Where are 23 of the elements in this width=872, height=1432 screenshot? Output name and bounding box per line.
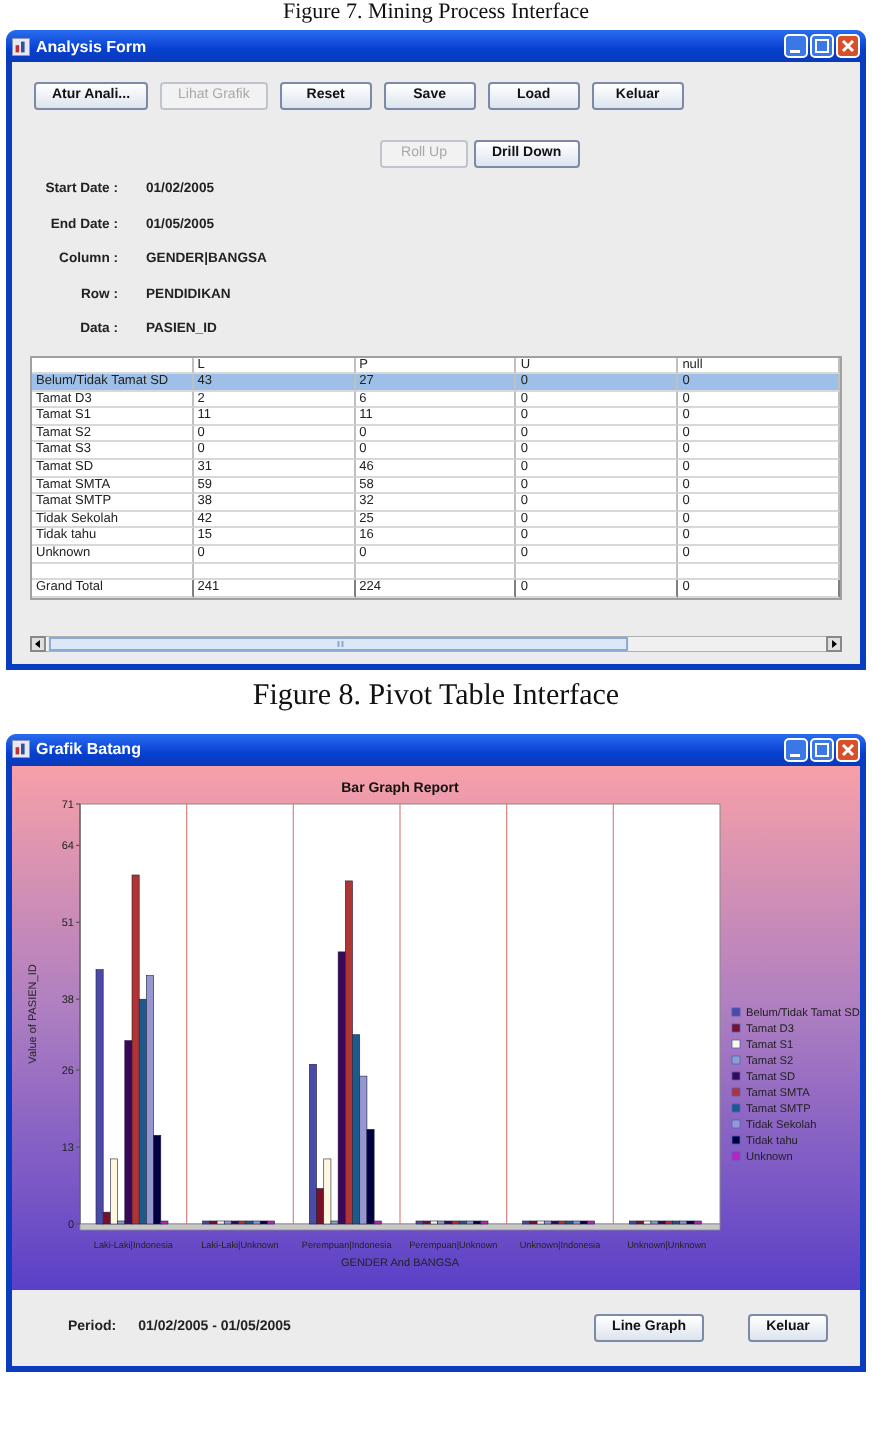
legend-swatch — [731, 1039, 741, 1049]
close-icon[interactable] — [836, 34, 860, 58]
window-title: Analysis Form — [36, 37, 147, 55]
horizontal-scrollbar[interactable] — [30, 635, 842, 652]
maximize-icon[interactable] — [810, 34, 834, 58]
figure-caption: Figure 7. Mining Process Interface — [280, 0, 592, 28]
legend-swatch — [731, 1007, 741, 1017]
maximize-icon[interactable] — [810, 737, 834, 762]
minimize-icon[interactable] — [784, 34, 808, 58]
legend-swatch — [731, 1151, 741, 1161]
legend-swatch — [731, 1087, 741, 1097]
legend-swatch — [731, 1135, 741, 1145]
window-title: Grafik Batang — [36, 740, 141, 759]
legend-swatch — [731, 1119, 741, 1129]
app-icon — [12, 37, 30, 55]
minimize-icon[interactable] — [784, 737, 808, 762]
figure-caption: Figure 8. Pivot Table Interface — [250, 677, 622, 716]
app-icon — [12, 740, 30, 759]
legend-swatch — [731, 1055, 741, 1065]
legend-swatch — [731, 1071, 741, 1081]
close-icon[interactable] — [836, 737, 860, 762]
legend-swatch — [731, 1103, 741, 1113]
legend-swatch — [731, 1023, 741, 1033]
